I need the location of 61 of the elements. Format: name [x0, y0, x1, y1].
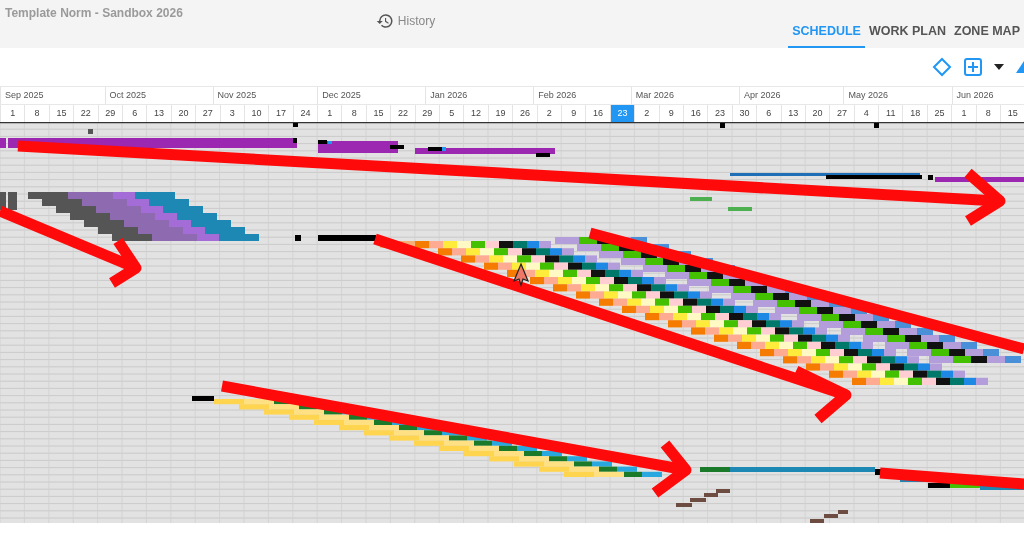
- week-label: 6: [756, 105, 781, 122]
- history-icon: [375, 12, 394, 30]
- view-tab[interactable]: WORK PLAN: [864, 0, 950, 48]
- week-label: 18: [902, 105, 927, 122]
- week-label: 13: [146, 105, 171, 122]
- week-label: 20: [170, 105, 196, 122]
- week-label: 26: [512, 105, 537, 122]
- week-label: 27: [829, 105, 854, 122]
- week-label: 1: [0, 105, 25, 122]
- month-label: Mar 2026: [630, 87, 739, 104]
- week-label: 8: [24, 105, 49, 122]
- week-label: 25: [926, 105, 952, 122]
- month-label: Dec 2025: [317, 87, 426, 104]
- week-label: 8: [341, 105, 366, 122]
- week-label: 22: [390, 105, 415, 122]
- diamond-icon[interactable]: [932, 57, 952, 77]
- month-label: Oct 2025: [104, 87, 213, 104]
- week-label: 2: [634, 105, 659, 122]
- triangle-icon[interactable]: [1016, 61, 1024, 73]
- month-label: Sep 2025: [0, 87, 105, 104]
- week-label: 15: [1000, 105, 1024, 122]
- week-label: 17: [268, 105, 293, 122]
- week-label: 1: [317, 105, 342, 122]
- project-title: Template Norm - Sandbox 2026: [5, 6, 183, 20]
- week-label: 29: [97, 105, 122, 122]
- week-label: 23: [609, 105, 635, 122]
- month-label: Feb 2026: [533, 87, 631, 104]
- week-label: 27: [195, 105, 220, 122]
- week-label: 16: [682, 105, 708, 122]
- week-label: 5: [439, 105, 464, 122]
- week-label: 15: [48, 105, 74, 122]
- week-label: 20: [804, 105, 830, 122]
- week-label: 23: [707, 105, 732, 122]
- week-label: 11: [878, 105, 903, 122]
- week-label: 16: [585, 105, 610, 122]
- week-label: 29: [414, 105, 440, 122]
- month-label: May 2026: [843, 87, 952, 104]
- month-label: Apr 2026: [738, 87, 844, 104]
- week-label: 9: [561, 105, 586, 122]
- month-label: Jun 2026: [951, 87, 1024, 104]
- cursor-icon: [512, 262, 530, 287]
- week-label: 15: [365, 105, 391, 122]
- week-label: 6: [121, 105, 147, 122]
- week-label: 1: [951, 105, 976, 122]
- caret-icon[interactable]: [994, 64, 1004, 70]
- week-label: 8: [975, 105, 1000, 122]
- week-label: 24: [292, 105, 318, 122]
- week-label: 19: [487, 105, 513, 122]
- week-label: 2: [536, 105, 561, 122]
- week-label: 13: [780, 105, 805, 122]
- week-label: 30: [731, 105, 757, 122]
- month-label: Jan 2026: [425, 87, 534, 104]
- week-label: 3: [219, 105, 244, 122]
- view-tab[interactable]: ZONE MAP: [950, 0, 1024, 48]
- month-label: Nov 2025: [212, 87, 318, 104]
- add-icon[interactable]: [964, 58, 982, 76]
- week-label: 22: [73, 105, 98, 122]
- week-label: 10: [243, 105, 269, 122]
- week-label: 4: [853, 105, 879, 122]
- week-label: 12: [463, 105, 488, 122]
- week-label: 9: [658, 105, 683, 122]
